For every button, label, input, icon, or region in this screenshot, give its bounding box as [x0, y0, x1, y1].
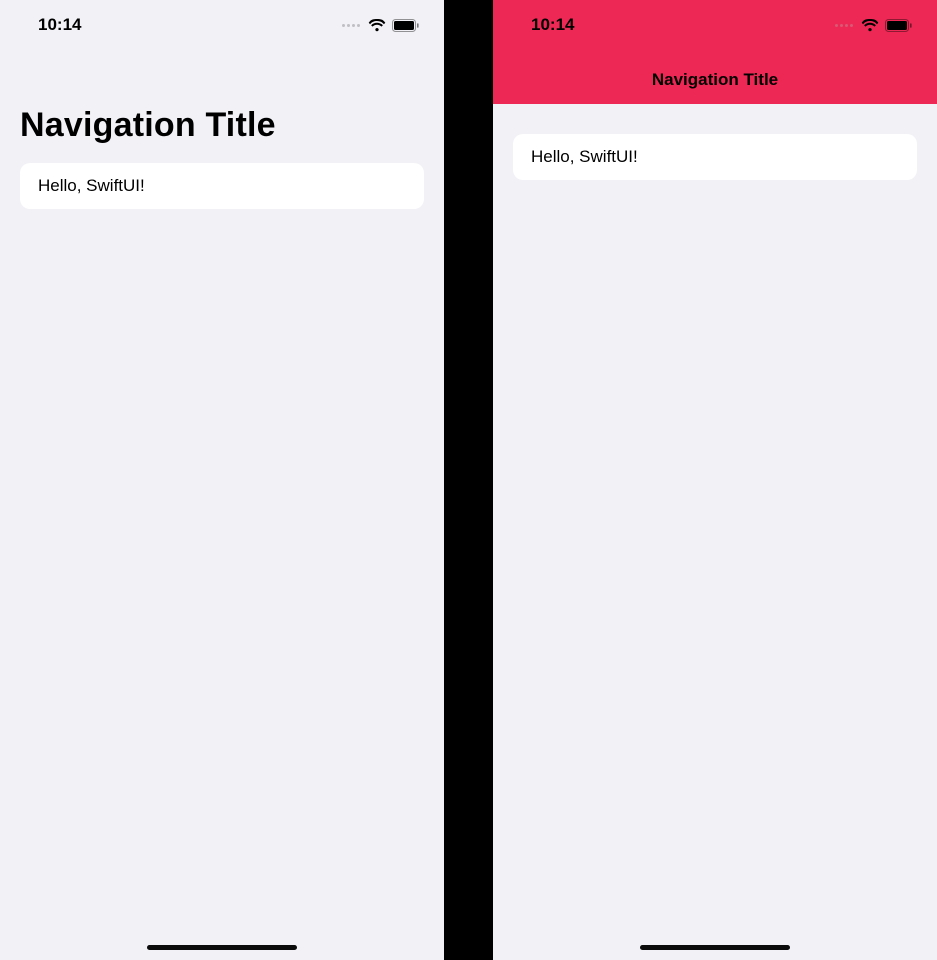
list-content[interactable]: Hello, SwiftUI!: [0, 151, 444, 209]
wifi-icon: [368, 19, 386, 32]
nav-inline-title: Navigation Title: [652, 70, 778, 90]
home-indicator[interactable]: [640, 945, 790, 950]
phone-right: Navigation Title 10:14 Hello, SwiftUI!: [493, 0, 937, 960]
status-bar: 10:14: [0, 0, 444, 50]
status-bar: 10:14: [493, 0, 937, 50]
status-right: [342, 19, 420, 32]
divider: [444, 0, 493, 960]
wifi-icon: [861, 19, 879, 32]
status-time: 10:14: [531, 15, 574, 35]
cellular-icon: [342, 24, 360, 27]
status-right: [835, 19, 913, 32]
list-item[interactable]: Hello, SwiftUI!: [20, 163, 424, 209]
battery-icon: [885, 19, 913, 32]
nav-large-title: Navigation Title: [20, 106, 424, 145]
list-item[interactable]: Hello, SwiftUI!: [513, 134, 917, 180]
battery-icon: [392, 19, 420, 32]
cellular-icon: [835, 24, 853, 27]
list-item-label: Hello, SwiftUI!: [38, 176, 145, 195]
status-time: 10:14: [38, 15, 81, 35]
nav-large-title-area: Navigation Title: [0, 50, 444, 151]
home-indicator[interactable]: [147, 945, 297, 950]
phone-left: 10:14 Navigation Title Hello, SwiftUI!: [0, 0, 444, 960]
list-item-label: Hello, SwiftUI!: [531, 147, 638, 166]
